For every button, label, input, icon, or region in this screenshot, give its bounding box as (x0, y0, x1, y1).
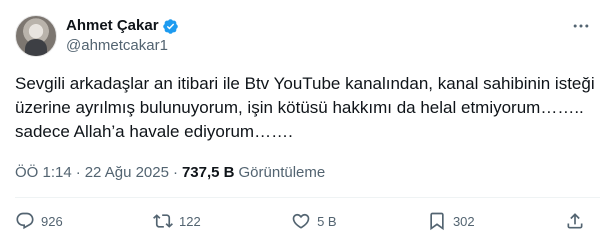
retweet-count: 122 (179, 214, 201, 229)
reply-icon (15, 211, 35, 234)
name-row: Ahmet Çakar (66, 16, 179, 36)
action-bar: 926 122 5 B 302 (15, 210, 585, 234)
tweet-header: Ahmet Çakar @ahmetcakar1 (15, 12, 179, 60)
share-icon (565, 211, 585, 234)
more-icon[interactable] (571, 16, 591, 36)
share-button[interactable] (565, 211, 585, 234)
retweet-icon (153, 211, 173, 234)
retweet-button[interactable]: 122 (153, 211, 201, 234)
bookmark-count: 302 (452, 214, 475, 229)
bookmark-button[interactable]: 302 (427, 211, 475, 234)
tweet-text: Sevgili arkadaşlar an itibari ile Btv Yo… (15, 74, 595, 141)
reply-button[interactable]: 926 (15, 211, 63, 234)
like-count: 5 B (317, 214, 337, 229)
meta-separator: · (75, 164, 81, 181)
author-handle[interactable]: @ahmetcakar1 (66, 36, 179, 56)
tweet-card: Ahmet Çakar @ahmetcakar1 Sevgili arkadaş… (0, 0, 613, 252)
views-label: Görüntüleme (238, 164, 326, 181)
heart-icon (291, 211, 311, 234)
tweet-time[interactable]: ÖÖ 1:14 (15, 163, 72, 183)
author-display-name[interactable]: Ahmet Çakar (66, 16, 159, 36)
tweet-meta: ÖÖ 1:14 · 22 Ağu 2025 · 737,5 B Görüntül… (15, 163, 325, 183)
avatar[interactable] (15, 15, 57, 57)
views-count: 737,5 B (181, 164, 235, 181)
verified-badge-icon (162, 18, 179, 35)
divider (15, 197, 600, 198)
tweet-date[interactable]: 22 Ağu 2025 (85, 163, 169, 183)
meta-separator: · (172, 164, 178, 181)
author-info: Ahmet Çakar @ahmetcakar1 (66, 16, 179, 56)
reply-count: 926 (41, 214, 63, 229)
like-button[interactable]: 5 B (291, 211, 337, 234)
bookmark-icon (427, 211, 447, 234)
